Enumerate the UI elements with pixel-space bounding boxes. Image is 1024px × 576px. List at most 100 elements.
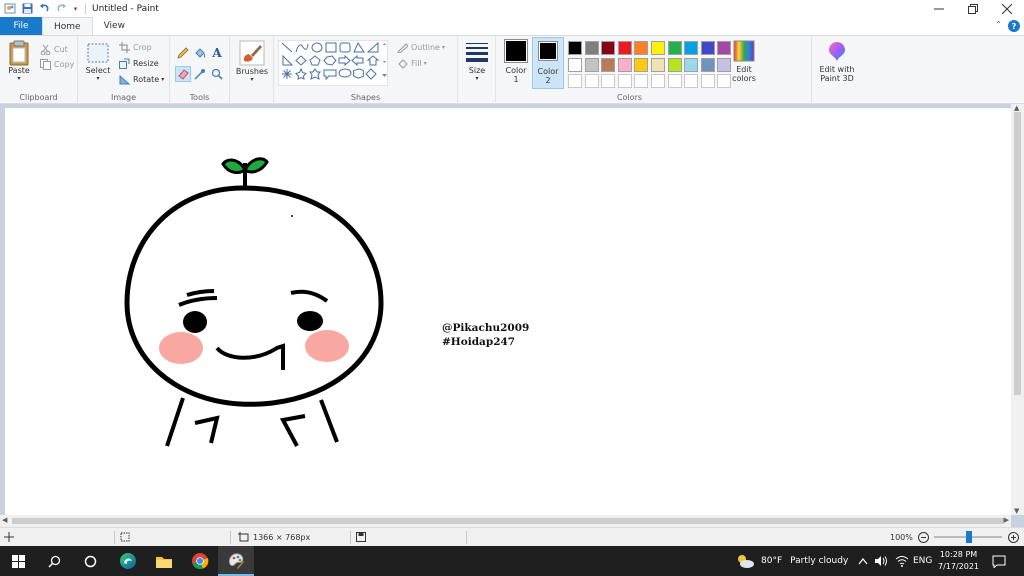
- custom-color-slot[interactable]: [568, 74, 582, 88]
- zoom-out-button[interactable]: [918, 528, 929, 546]
- magnifier-tool[interactable]: [209, 66, 225, 82]
- vertical-scrollbar[interactable]: ▲ ▼: [1011, 104, 1024, 515]
- input-language[interactable]: ENG: [913, 546, 932, 576]
- tab-home[interactable]: Home: [42, 17, 93, 35]
- scroll-left-icon[interactable]: ◀: [2, 516, 7, 524]
- color-picker-tool[interactable]: [192, 66, 208, 82]
- custom-color-slot[interactable]: [651, 74, 665, 88]
- start-button[interactable]: [0, 546, 36, 576]
- edit-with-paint3d-button[interactable]: Edit with Paint 3D: [814, 40, 860, 83]
- rotate-button[interactable]: Rotate ▾: [118, 72, 164, 86]
- color-swatch[interactable]: [568, 57, 582, 72]
- save-icon[interactable]: [20, 2, 34, 16]
- close-button[interactable]: [990, 0, 1024, 17]
- show-hidden-icons-button[interactable]: [858, 546, 868, 576]
- horizontal-scrollbar[interactable]: ◀ ▶: [0, 515, 1011, 527]
- action-center-button[interactable]: [992, 546, 1006, 576]
- color-swatch[interactable]: [684, 57, 699, 72]
- color1-button[interactable]: Color 1: [500, 39, 532, 84]
- custom-color-slot[interactable]: [584, 74, 599, 88]
- help-icon[interactable]: ?: [1008, 20, 1020, 32]
- pencil-tool[interactable]: [175, 45, 191, 61]
- custom-color-slot[interactable]: [601, 74, 616, 88]
- color-swatch[interactable]: [584, 41, 599, 55]
- custom-color-slot[interactable]: [700, 74, 715, 88]
- notification-icon: [992, 555, 1006, 568]
- shapes-gallery[interactable]: [278, 40, 388, 86]
- cortana-button[interactable]: [72, 546, 108, 576]
- weather-widget[interactable]: 80°F Partly cloudy: [735, 546, 848, 576]
- zoom-level: 100%: [890, 532, 913, 542]
- size-group[interactable]: Size ▾: [458, 36, 496, 104]
- clock[interactable]: 10:28 PM 7/17/2021: [938, 546, 979, 576]
- custom-color-slot[interactable]: [684, 74, 699, 88]
- color-swatch[interactable]: [651, 57, 665, 72]
- image-group: Select ▾ Crop Resize Rotate ▾ Image: [78, 36, 170, 104]
- edit-colors-button[interactable]: Edit colors: [730, 40, 758, 83]
- color-swatch[interactable]: [634, 57, 649, 72]
- color-swatch[interactable]: [634, 41, 649, 55]
- search-button[interactable]: [36, 546, 72, 576]
- zoom-in-icon: [1008, 531, 1019, 543]
- color-swatch[interactable]: [684, 41, 699, 55]
- eraser-tool[interactable]: [175, 66, 191, 82]
- tab-file[interactable]: File: [0, 17, 42, 35]
- redo-icon[interactable]: [54, 2, 68, 16]
- crop-button[interactable]: Crop: [118, 40, 152, 54]
- cursor-position-icon: [4, 528, 14, 546]
- paste-button[interactable]: Paste ▾: [5, 40, 33, 82]
- fill-shape-icon: [396, 57, 408, 69]
- scroll-up-icon[interactable]: ▲: [1014, 104, 1019, 112]
- paint-app-icon[interactable]: [3, 2, 17, 16]
- fill-button[interactable]: Fill ▾: [396, 56, 427, 70]
- paint-taskbar-button[interactable]: [218, 546, 254, 576]
- select-icon: [87, 43, 109, 63]
- color-swatch[interactable]: [667, 41, 682, 55]
- select-button[interactable]: Select ▾: [82, 42, 114, 82]
- scroll-down-icon[interactable]: ▼: [1014, 507, 1019, 515]
- fill-tool[interactable]: [192, 45, 208, 61]
- edge-taskbar-button[interactable]: [110, 546, 146, 576]
- cut-button[interactable]: Cut: [39, 42, 68, 56]
- resize-button[interactable]: Resize: [118, 56, 159, 70]
- custom-color-slot[interactable]: [667, 74, 682, 88]
- text-tool[interactable]: A: [209, 45, 225, 61]
- brushes-button[interactable]: Brushes ▾: [234, 40, 270, 83]
- color-swatch[interactable]: [617, 41, 632, 55]
- canvas-text-line1: @Pikachu2009: [442, 322, 530, 334]
- scroll-right-icon[interactable]: ▶: [1004, 516, 1009, 524]
- network-icon[interactable]: [895, 546, 909, 576]
- resize-icon: [118, 57, 130, 69]
- zoom-slider[interactable]: [934, 528, 1002, 546]
- chevron-up-icon: [858, 558, 868, 565]
- zoom-slider-thumb[interactable]: [966, 531, 972, 543]
- color-swatch[interactable]: [601, 41, 616, 55]
- copy-button[interactable]: Copy: [39, 57, 74, 71]
- vertical-scroll-thumb[interactable]: [1014, 112, 1021, 395]
- size-button[interactable]: Size ▾: [462, 41, 492, 82]
- custom-color-slot[interactable]: [617, 74, 632, 88]
- color-swatch[interactable]: [617, 57, 632, 72]
- color-swatch[interactable]: [700, 57, 715, 72]
- horizontal-scroll-thumb[interactable]: [12, 518, 1004, 524]
- volume-icon[interactable]: [874, 546, 888, 576]
- minimize-button[interactable]: [922, 0, 956, 17]
- collapse-ribbon-icon[interactable]: ⌃: [995, 20, 1002, 29]
- outline-button[interactable]: Outline ▾: [396, 40, 445, 54]
- color-swatch[interactable]: [584, 57, 599, 72]
- drawing-canvas[interactable]: @Pikachu2009 #Hoidap247: [5, 108, 1011, 515]
- customize-quick-access-icon[interactable]: ▾: [71, 2, 80, 16]
- undo-icon[interactable]: [37, 2, 51, 16]
- chrome-taskbar-button[interactable]: [182, 546, 218, 576]
- color2-button[interactable]: Color 2: [532, 37, 564, 89]
- zoom-in-button[interactable]: [1008, 528, 1019, 546]
- color-swatch[interactable]: [667, 57, 682, 72]
- color-swatch[interactable]: [651, 41, 665, 55]
- restore-button[interactable]: [956, 0, 990, 17]
- color-swatch[interactable]: [601, 57, 616, 72]
- color-swatch[interactable]: [700, 41, 715, 55]
- tab-view[interactable]: View: [93, 17, 136, 35]
- custom-color-slot[interactable]: [634, 74, 649, 88]
- file-explorer-taskbar-button[interactable]: [146, 546, 182, 576]
- color-swatch[interactable]: [568, 41, 582, 55]
